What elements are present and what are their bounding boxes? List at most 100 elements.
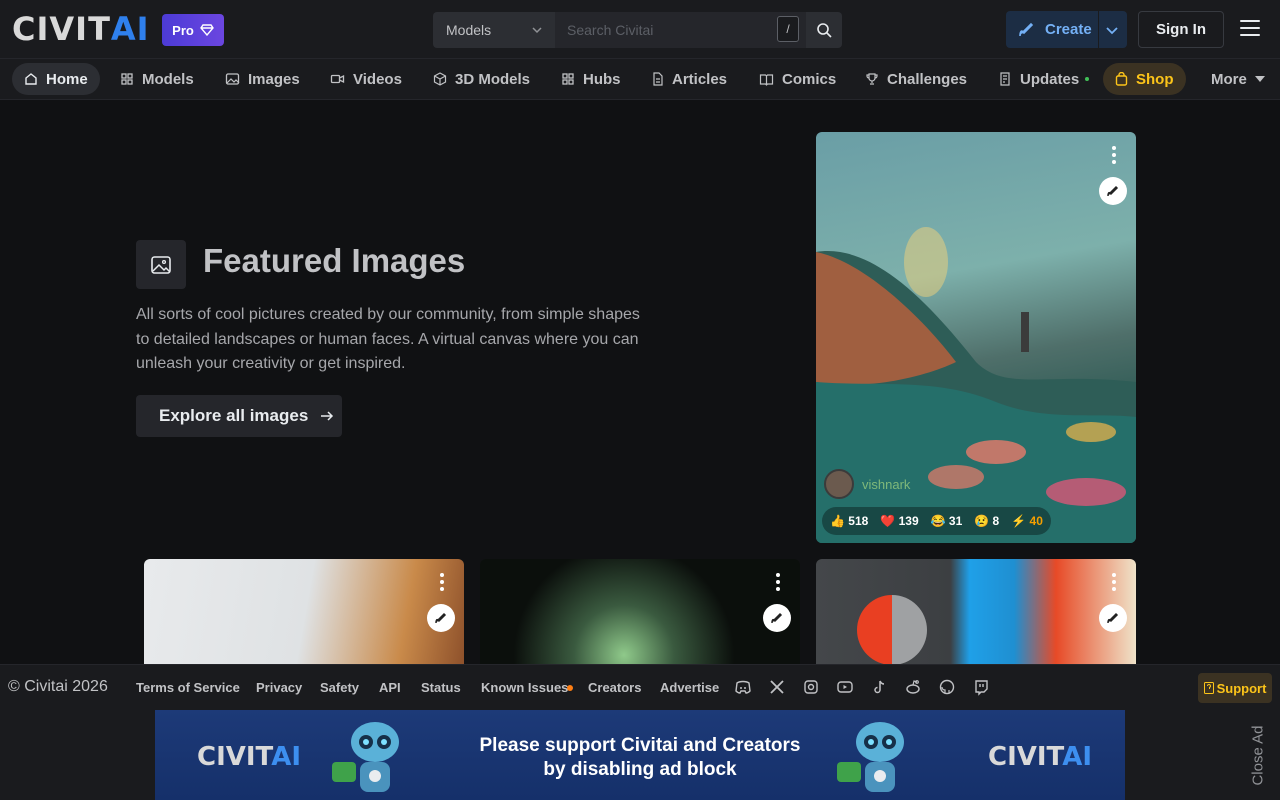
support-label: Support [1216, 680, 1267, 696]
nav-label: 3D Models [455, 70, 531, 88]
featured-section: Featured Images All sorts of cool pictur… [0, 100, 1280, 664]
known-issues-dot [567, 685, 573, 691]
search-bar: Models / [433, 12, 842, 48]
more-options-icon[interactable] [776, 573, 780, 594]
civitai-logo[interactable]: CIVIT AI [12, 10, 150, 48]
sign-in-button[interactable]: Sign In [1138, 11, 1224, 48]
footer-link-known-issues[interactable]: Known Issues [481, 680, 568, 695]
x-icon[interactable] [768, 678, 786, 696]
remix-icon[interactable] [427, 604, 455, 632]
top-bar: CIVITAI Pro Models / Create Sign In [0, 0, 1280, 59]
logo-text: CIVIT [12, 10, 111, 48]
section-icon [136, 240, 186, 289]
nav-item-home[interactable]: Home [12, 63, 100, 95]
image-card[interactable] [816, 559, 1136, 664]
footer-link-safety[interactable]: Safety [320, 680, 359, 695]
ad-banner[interactable]: CIVITAI Please support Civitai and Creat… [155, 710, 1125, 800]
nav-item-images[interactable]: Images [213, 63, 312, 95]
reddit-icon[interactable] [904, 678, 922, 696]
nav-label: Comics [782, 70, 837, 88]
pro-button[interactable]: Pro [162, 14, 224, 46]
search-shortcut-hint: / [777, 16, 799, 42]
more-options-icon[interactable] [1112, 146, 1116, 167]
footer-link-status[interactable]: Status [421, 680, 461, 695]
nav-item-comics[interactable]: Comics [747, 63, 848, 95]
menu-icon[interactable] [1240, 20, 1260, 36]
nav-item-shop[interactable]: Shop [1103, 63, 1186, 95]
twitch-icon[interactable] [972, 678, 990, 696]
diamond-icon [199, 24, 214, 36]
robot-mascot-icon [332, 722, 399, 792]
laugh-reaction[interactable]: 😂 31 [931, 514, 963, 528]
footer-link-terms[interactable]: Terms of Service [136, 680, 240, 695]
chevron-down-icon[interactable] [1105, 23, 1119, 37]
cry-count: 8 [992, 514, 1000, 528]
cube-icon [433, 72, 447, 86]
heart-reaction[interactable]: ❤️ 139 [880, 514, 918, 528]
remix-icon[interactable] [1099, 177, 1127, 205]
create-label: Create [1045, 21, 1092, 38]
ad-logo: CIVITAI [988, 742, 1092, 772]
nav-item-more[interactable]: More [1199, 63, 1277, 95]
ad-logo: CIVITAI [197, 742, 301, 772]
footer-link-api[interactable]: API [379, 680, 401, 695]
home-icon [25, 73, 37, 85]
nav-item-models[interactable]: Models [108, 63, 206, 95]
tiktok-icon[interactable] [870, 678, 888, 696]
cry-reaction[interactable]: 😢 8 [974, 514, 999, 528]
updates-icon [1000, 72, 1010, 86]
card-artwork [857, 595, 927, 664]
photo-icon [151, 255, 171, 274]
question-icon [1203, 682, 1214, 694]
nav-label: More [1211, 70, 1247, 88]
nav-item-videos[interactable]: Videos [318, 63, 414, 95]
search-button[interactable] [806, 12, 842, 48]
close-ad-button[interactable]: Close Ad [1243, 712, 1273, 798]
search-scope-value: Models [446, 22, 492, 38]
chevron-down-icon [532, 27, 542, 34]
github-icon[interactable] [938, 678, 956, 696]
youtube-icon[interactable] [836, 678, 854, 696]
remix-icon[interactable] [1099, 604, 1127, 632]
search-input[interactable] [555, 12, 806, 48]
image-card[interactable] [480, 559, 800, 664]
search-scope-select[interactable]: Models [433, 12, 555, 48]
create-button[interactable]: Create [1006, 11, 1127, 48]
featured-image-card[interactable]: vishnark 👍 518 ❤️ 139 😂 31 😢 8 ⚡ 40 [816, 132, 1136, 543]
remix-icon[interactable] [763, 604, 791, 632]
instagram-icon[interactable] [802, 678, 820, 696]
nav-label: Articles [672, 70, 728, 88]
ad-message: Please support Civitai and Creators by d… [475, 734, 805, 782]
nav-item-3d-models[interactable]: 3D Models [421, 63, 542, 95]
reaction-bar: 👍 518 ❤️ 139 😂 31 😢 8 ⚡ 40 [822, 507, 1051, 535]
arrow-right-icon [321, 411, 334, 421]
main-nav: Home Models Images Videos 3D Models Hubs… [0, 59, 1280, 100]
video-icon [330, 74, 345, 84]
nav-label: Images [248, 70, 300, 88]
ad-logo-text: CIVIT [988, 742, 1063, 772]
more-options-icon[interactable] [440, 573, 444, 594]
nav-item-articles[interactable]: Articles [640, 63, 739, 95]
image-author[interactable]: vishnark [824, 469, 910, 499]
bag-icon [1115, 72, 1128, 86]
heart-count: 139 [898, 514, 919, 528]
close-ad-label: Close Ad [1249, 724, 1267, 786]
nav-item-hubs[interactable]: Hubs [549, 63, 633, 95]
image-card[interactable] [144, 559, 464, 664]
caret-down-icon [1254, 76, 1265, 82]
discord-icon[interactable] [734, 678, 752, 696]
ad-logo-accent: AI [271, 742, 302, 772]
footer: © Civitai 2026 Terms of Service Privacy … [0, 664, 1280, 710]
more-options-icon[interactable] [1112, 573, 1116, 594]
nav-item-challenges[interactable]: Challenges [853, 63, 979, 95]
ad-logo-accent: AI [1062, 742, 1093, 772]
explore-images-button[interactable]: Explore all images [136, 395, 342, 437]
nav-item-updates[interactable]: Updates [986, 63, 1101, 95]
pro-label: Pro [172, 22, 194, 38]
footer-link-privacy[interactable]: Privacy [256, 680, 302, 695]
footer-link-advertise[interactable]: Advertise [660, 680, 719, 695]
support-button[interactable]: Support [1198, 673, 1272, 703]
buzz-reaction[interactable]: ⚡ 40 [1011, 514, 1043, 528]
footer-link-creators[interactable]: Creators [588, 680, 641, 695]
like-reaction[interactable]: 👍 518 [830, 514, 868, 528]
